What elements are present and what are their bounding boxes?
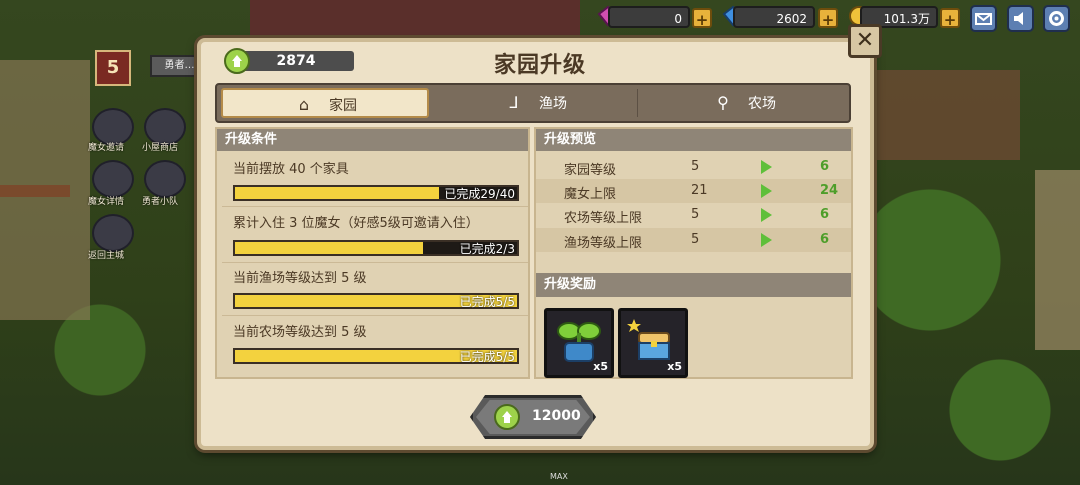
reward-qty: x5 <box>593 360 608 373</box>
witch-details-button[interactable] <box>92 160 134 198</box>
add-gold-button[interactable]: + <box>940 8 960 29</box>
hero-team-button[interactable] <box>144 160 186 198</box>
condition-text: 累计入住 3 位魔女（好感5级可邀请入住） <box>233 216 479 231</box>
preview-label: 渔场等级上限 <box>564 236 643 251</box>
divider <box>222 206 528 207</box>
add-blue-gem-button[interactable]: + <box>818 8 838 29</box>
progress-text: 已完成29/40 <box>444 187 515 201</box>
settings-button[interactable] <box>1043 5 1070 32</box>
return-city-label: 返回主城 <box>88 251 125 261</box>
house-roof <box>250 0 580 38</box>
tab-fishery[interactable]: ⅃ 渔场 <box>433 88 637 118</box>
divider <box>222 262 528 263</box>
preview-next: 6 <box>820 159 830 174</box>
fishhook-icon: ⅃ <box>509 93 519 112</box>
upgrade-button[interactable]: 12000 <box>470 395 596 439</box>
conditions-header: 升级条件 <box>217 129 528 151</box>
preview-next: 6 <box>820 207 830 222</box>
condition-progress-bar: 已完成5/5 <box>233 348 519 364</box>
progress-text: 已完成2/3 <box>459 242 515 256</box>
condition-text: 当前渔场等级达到 5 级 <box>233 271 367 286</box>
rewards-header: 升级奖励 <box>536 273 851 297</box>
tab-divider <box>637 89 638 117</box>
preview-row: 农场等级上限 5 6 <box>536 203 851 227</box>
progress-fill <box>235 187 440 199</box>
condition-progress-bar: 已完成29/40 <box>233 185 519 201</box>
progress-text: 已完成5/5 <box>459 295 515 309</box>
preview-row: 渔场等级上限 5 6 <box>536 228 851 252</box>
preview-row: 家园等级 5 6 <box>536 155 851 179</box>
arrow-right-icon <box>761 160 772 174</box>
home-coin-icon <box>494 404 520 430</box>
arrow-right-icon <box>761 208 772 222</box>
speaker-icon <box>1014 12 1023 25</box>
sound-button[interactable] <box>1007 5 1034 32</box>
dialog-title: 家园升级 <box>493 53 586 78</box>
dirt-road <box>1035 170 1080 350</box>
tab-fishery-label: 渔场 <box>539 96 567 112</box>
mail-button[interactable] <box>970 5 997 32</box>
witch-invite-label: 魔女邀请 <box>88 143 125 153</box>
mail-icon <box>975 13 992 25</box>
cabin-shop-label: 小屋商店 <box>142 143 179 153</box>
divider <box>222 315 528 316</box>
preview-label: 农场等级上限 <box>564 211 643 226</box>
shovel-icon: ⚲ <box>717 93 729 112</box>
preview-label: 家园等级 <box>564 163 617 178</box>
preview-next: 24 <box>820 183 839 198</box>
preview-header: 升级预览 <box>536 129 851 151</box>
reward-qty: x5 <box>667 360 682 373</box>
preview-current: 5 <box>691 232 700 247</box>
witch-details-label: 魔女详情 <box>88 197 125 207</box>
tab-farm-label: 农场 <box>748 96 776 112</box>
heart-gem-count: 0 <box>608 6 690 28</box>
max-label: MAX <box>550 472 568 481</box>
gear-icon <box>1049 11 1064 26</box>
condition-text: 当前农场等级达到 5 级 <box>233 325 367 340</box>
return-city-button[interactable] <box>92 214 134 252</box>
progress-text: 已完成5/5 <box>459 350 515 364</box>
arrow-right-icon <box>761 233 772 247</box>
house-icon: ⌂ <box>298 95 310 114</box>
tab-home-label: 家园 <box>329 98 357 114</box>
category-tabs: ⌂ 家园 ⅃ 渔场 ⚲ 农场 <box>215 83 851 123</box>
reward-item[interactable]: x5 <box>544 308 614 378</box>
hero-team-label: 勇者小队 <box>142 197 179 207</box>
fence <box>0 185 70 197</box>
blue-gem-count: 2602 <box>733 6 815 28</box>
farm-plot <box>870 70 1020 160</box>
preview-current: 5 <box>691 207 700 222</box>
progress-fill <box>235 242 424 254</box>
arrow-right-icon <box>761 184 772 198</box>
upgrade-cost: 12000 <box>532 408 581 424</box>
tab-home[interactable]: ⌂ 家园 <box>221 88 429 118</box>
condition-text: 当前摆放 40 个家具 <box>233 162 349 177</box>
preview-current: 21 <box>691 183 708 198</box>
condition-progress-bar: 已完成2/3 <box>233 240 519 256</box>
preview-current: 5 <box>691 159 700 174</box>
tab-farm[interactable]: ⚲ 农场 <box>641 88 847 118</box>
preview-row: 魔女上限 21 24 <box>536 179 851 203</box>
preview-next: 6 <box>820 232 830 247</box>
preview-label: 魔女上限 <box>564 187 617 202</box>
add-heart-gem-button[interactable]: + <box>692 8 712 29</box>
reward-item[interactable]: x5 <box>618 308 688 378</box>
condition-progress-bar: 已完成5/5 <box>233 293 519 309</box>
